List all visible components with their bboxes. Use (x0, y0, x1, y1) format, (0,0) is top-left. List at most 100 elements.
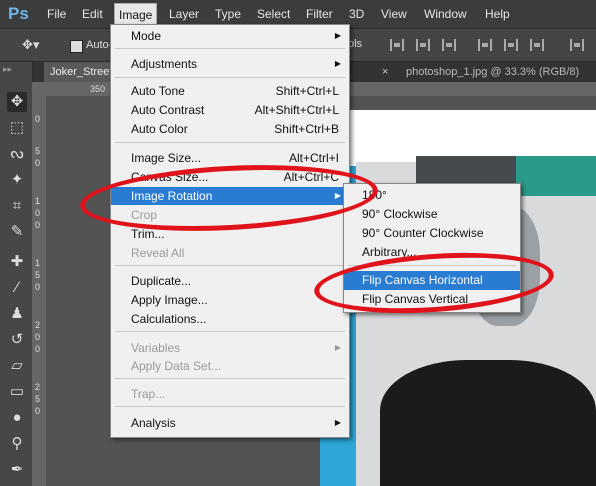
clone-stamp-icon[interactable]: ♟ (7, 304, 27, 324)
ruler-digit: 2 (35, 320, 41, 330)
image-menu-dropdown: Mode ▶ Adjustments ▶ Auto Tone Shift+Ctr… (110, 24, 350, 438)
move-tool-preset-icon[interactable]: ✥▾ (22, 37, 39, 53)
menu-item-duplicate[interactable]: Duplicate... (111, 272, 349, 290)
menu-layer[interactable]: Layer (169, 7, 199, 21)
menu-view[interactable]: View (381, 7, 407, 21)
ruler-digit: 1 (35, 258, 41, 268)
submenu-item-rotate-90-cw[interactable]: 90° Clockwise (344, 205, 520, 224)
menu-window[interactable]: Window (424, 7, 467, 21)
marquee-icon[interactable]: ⬚ (7, 118, 27, 138)
brush-icon[interactable]: ∕ (7, 278, 27, 298)
tab-label: photoshop_1.jpg @ 33.3% (RGB/8) (406, 66, 580, 78)
menu-item-canvas-size[interactable]: Canvas Size... Alt+Ctrl+C (111, 168, 349, 186)
menu-separator (348, 265, 516, 266)
canvas-dark-shape (380, 360, 596, 486)
menu-item-calculations[interactable]: Calculations... (111, 310, 349, 328)
menu-item-auto-contrast[interactable]: Auto Contrast Alt+Shift+Ctrl+L (111, 101, 349, 119)
submenu-arrow-icon: ▶ (334, 418, 341, 427)
close-icon[interactable]: × (382, 62, 388, 82)
image-rotation-submenu: 180° 90° Clockwise 90° Counter Clockwise… (343, 183, 521, 313)
lasso-icon[interactable]: ᔓ (7, 144, 27, 164)
ruler-digit: 0 (35, 282, 41, 292)
gradient-icon[interactable]: ▭ (7, 382, 27, 402)
menu-3d[interactable]: 3D (349, 7, 364, 21)
menu-help[interactable]: Help (485, 7, 510, 21)
tools-panel: ▸▸ ✥ ⬚ ᔓ ✦ ⌗ ✎ ✚ ∕ ♟ ↺ ▱ ▭ ● ⚲ ✒ (0, 62, 33, 486)
align-left-icon[interactable] (570, 39, 584, 51)
ruler-digit: 5 (35, 146, 41, 156)
ruler-digit: 0 (35, 208, 41, 218)
menu-filter[interactable]: Filter (306, 7, 333, 21)
eraser-icon[interactable]: ▱ (7, 356, 27, 376)
healing-brush-icon[interactable]: ✚ (7, 252, 27, 272)
distribute-top-icon[interactable] (478, 39, 492, 51)
menu-separator (115, 77, 345, 78)
submenu-item-rotate-180[interactable]: 180° (344, 186, 520, 205)
dodge-icon[interactable]: ⚲ (7, 434, 27, 454)
distribute-vcenter-icon[interactable] (504, 39, 518, 51)
submenu-item-flip-horizontal[interactable]: Flip Canvas Horizontal (344, 271, 520, 290)
ruler-digit: 0 (35, 344, 41, 354)
menu-separator (115, 48, 345, 49)
eyedropper-icon[interactable]: ✎ (7, 222, 27, 242)
vertical-ruler: 0 5 0 1 0 0 1 5 0 2 0 0 2 5 0 (32, 96, 47, 486)
tab-photoshop-1[interactable]: × photoshop_1.jpg @ 33.3% (RGB/8) (366, 62, 596, 82)
canvas-teal-area (516, 156, 596, 196)
submenu-item-flip-vertical[interactable]: Flip Canvas Vertical (344, 290, 520, 309)
menu-separator (115, 142, 345, 143)
collapse-panel-icon[interactable]: ▸▸ (3, 64, 12, 75)
menu-separator (115, 265, 345, 266)
menu-item-trim[interactable]: Trim... (111, 225, 349, 243)
menu-item-crop[interactable]: Crop (111, 206, 349, 224)
align-top-icon[interactable] (390, 39, 404, 51)
menu-separator (115, 331, 345, 332)
submenu-arrow-icon: ▶ (334, 343, 341, 352)
menu-item-apply-image[interactable]: Apply Image... (111, 291, 349, 309)
tab-label: Joker_Street (50, 66, 113, 78)
blur-icon[interactable]: ● (7, 408, 27, 428)
transform-controls-label: ols (348, 38, 363, 50)
menu-item-image-rotation[interactable]: Image Rotation ▶ (111, 187, 349, 205)
align-vcenter-icon[interactable] (416, 39, 430, 51)
auto-select-label: Auto- (86, 39, 113, 51)
menu-item-apply-data-set[interactable]: Apply Data Set... (111, 357, 349, 375)
pen-icon[interactable]: ✒ (7, 460, 27, 480)
menu-item-mode[interactable]: Mode ▶ (111, 27, 349, 45)
distribute-bottom-icon[interactable] (530, 39, 544, 51)
ruler-digit: 5 (35, 394, 41, 404)
ruler-digit: 0 (35, 220, 41, 230)
crop-icon[interactable]: ⌗ (7, 196, 27, 216)
menu-item-analysis[interactable]: Analysis ▶ (111, 414, 349, 432)
menu-file[interactable]: File (47, 7, 66, 21)
submenu-item-rotate-90-ccw[interactable]: 90° Counter Clockwise (344, 224, 520, 243)
ruler-digit: 0 (35, 406, 41, 416)
magic-wand-icon[interactable]: ✦ (7, 170, 27, 190)
menu-item-adjustments[interactable]: Adjustments ▶ (111, 55, 349, 73)
ruler-digit: 0 (35, 332, 41, 342)
ruler-tick-label: 350 (90, 84, 106, 94)
menu-item-image-size[interactable]: Image Size... Alt+Ctrl+I (111, 149, 349, 167)
submenu-arrow-icon: ▶ (334, 31, 341, 40)
menu-item-auto-color[interactable]: Auto Color Shift+Ctrl+B (111, 120, 349, 138)
photoshop-logo: Ps (8, 4, 29, 23)
ruler-digit: 0 (35, 114, 41, 124)
menu-item-auto-tone[interactable]: Auto Tone Shift+Ctrl+L (111, 82, 349, 100)
menu-select[interactable]: Select (257, 7, 290, 21)
ruler-digit: 2 (35, 382, 41, 392)
menu-item-reveal-all[interactable]: Reveal All (111, 244, 349, 262)
menu-item-trap[interactable]: Trap... (111, 385, 349, 403)
submenu-item-arbitrary[interactable]: Arbitrary... (344, 243, 520, 262)
menu-edit[interactable]: Edit (82, 7, 103, 21)
menu-item-variables[interactable]: Variables ▶ (111, 339, 349, 357)
auto-select-checkbox[interactable] (70, 40, 83, 53)
move-icon[interactable]: ✥ (7, 92, 27, 112)
history-brush-icon[interactable]: ↺ (7, 330, 27, 350)
menu-type[interactable]: Type (215, 7, 241, 21)
submenu-arrow-icon: ▶ (334, 59, 341, 68)
align-bottom-icon[interactable] (442, 39, 456, 51)
menu-separator (115, 406, 345, 407)
menu-separator (115, 378, 345, 379)
ruler-digit: 0 (35, 158, 41, 168)
ruler-digit: 1 (35, 196, 41, 206)
menu-image[interactable]: Image (114, 3, 158, 26)
